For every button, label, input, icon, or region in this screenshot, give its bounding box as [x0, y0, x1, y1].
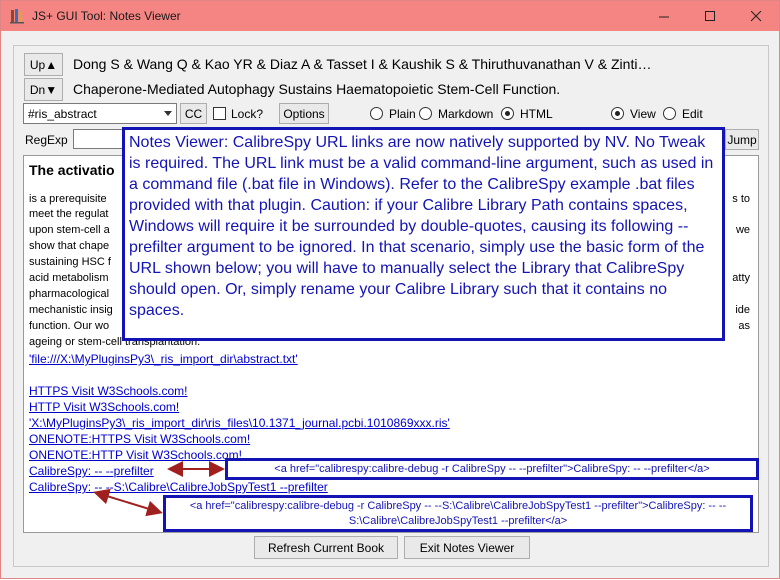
file-link[interactable]: 'file:///X:\MyPluginsPy3\_ris_import_dir… — [29, 352, 298, 366]
onenote-https-link[interactable]: ONENOTE:HTTPS Visit W3Schools.com! — [29, 432, 250, 446]
close-icon — [750, 10, 761, 21]
regexp-label: RegExp — [25, 133, 68, 147]
mode-markdown-label: Markdown — [438, 107, 494, 121]
annotation-callout: Notes Viewer: CalibreSpy URL links are n… — [122, 127, 725, 341]
abstract-line: show that chape — [29, 240, 110, 252]
http-link[interactable]: HTTP Visit W3Schools.com! — [29, 400, 179, 414]
https-link[interactable]: HTTPS Visit W3Schools.com! — [29, 384, 187, 398]
exit-notes-viewer-button[interactable]: Exit Notes Viewer — [404, 536, 530, 559]
abstract-line: is a prerequisite — [29, 193, 107, 205]
maximize-icon — [704, 10, 715, 21]
notes-viewer-window: JS+ GUI Tool: Notes Viewer Up▲ Dn▼ Dong … — [0, 0, 780, 579]
view-radio[interactable] — [611, 107, 624, 120]
abstract-line-end: as — [738, 320, 750, 332]
abstract-line: sustaining HSC f — [29, 256, 111, 268]
column-select-value: #ris_abstract — [28, 106, 97, 121]
options-button[interactable]: Options — [279, 103, 329, 124]
up-button[interactable]: Up▲ — [24, 53, 63, 76]
abstract-heading: The activatio — [29, 162, 115, 178]
mode-plain-radio[interactable] — [370, 107, 383, 120]
window-title: JS+ GUI Tool: Notes Viewer — [32, 9, 181, 23]
mode-plain-label: Plain — [389, 107, 416, 121]
book-title: Chaperone-Mediated Autophagy Sustains Ha… — [73, 81, 561, 97]
app-books-icon — [10, 9, 24, 24]
cc-button[interactable]: CC — [180, 103, 207, 124]
onenote-http-link[interactable]: ONENOTE:HTTP Visit W3Schools.com! — [29, 448, 242, 462]
view-label: View — [630, 107, 656, 121]
mode-markdown-radio[interactable] — [419, 107, 432, 120]
minimize-icon — [658, 16, 669, 17]
title-bar[interactable]: JS+ GUI Tool: Notes Viewer — [1, 1, 779, 31]
maximize-button[interactable] — [687, 1, 733, 31]
calibrespy-link[interactable]: CalibreSpy: -- --prefilter — [29, 464, 154, 478]
mode-html-label: HTML — [520, 107, 553, 121]
abstract-line: mechanistic insig — [29, 304, 113, 316]
abstract-line: upon stem-cell a — [29, 224, 110, 236]
edit-label: Edit — [682, 107, 703, 121]
abstract-line: acid metabolism — [29, 272, 109, 284]
annotation-code-2: <a href="calibrespy:calibre-debug -r Cal… — [163, 495, 753, 532]
refresh-current-book-button[interactable]: Refresh Current Book — [254, 536, 398, 559]
mode-html-radio[interactable] — [501, 107, 514, 120]
abstract-line: pharmacological — [29, 288, 110, 300]
column-select[interactable]: #ris_abstract — [23, 103, 177, 124]
jump-button[interactable]: Jump — [725, 129, 759, 150]
abstract-line-end: we — [735, 224, 750, 236]
regexp-input[interactable] — [73, 129, 125, 149]
annotation-code-1: <a href="calibrespy:calibre-debug -r Cal… — [225, 458, 759, 480]
calibrespy-library-link[interactable]: CalibreSpy: -- --S:\Calibre\CalibreJobSp… — [29, 480, 328, 494]
abstract-line: function. Our wo — [29, 320, 110, 332]
lock-label: Lock? — [231, 107, 264, 121]
ris-file-link[interactable]: 'X:\MyPluginsPy3\_ris_import_dir\ris_fil… — [29, 416, 450, 430]
down-button[interactable]: Dn▼ — [24, 78, 63, 101]
book-authors: Dong S & Wang Q & Kao YR & Diaz A & Tass… — [73, 56, 652, 72]
chevron-down-icon — [164, 111, 172, 116]
lock-checkbox[interactable] — [213, 107, 226, 120]
abstract-line-end: ide — [735, 304, 750, 316]
abstract-line-end: atty — [732, 272, 750, 284]
close-button[interactable] — [733, 1, 779, 31]
minimize-button[interactable] — [641, 1, 687, 31]
abstract-line-end: s to — [732, 193, 750, 205]
abstract-line: meet the regulat — [29, 208, 109, 220]
edit-radio[interactable] — [663, 107, 676, 120]
